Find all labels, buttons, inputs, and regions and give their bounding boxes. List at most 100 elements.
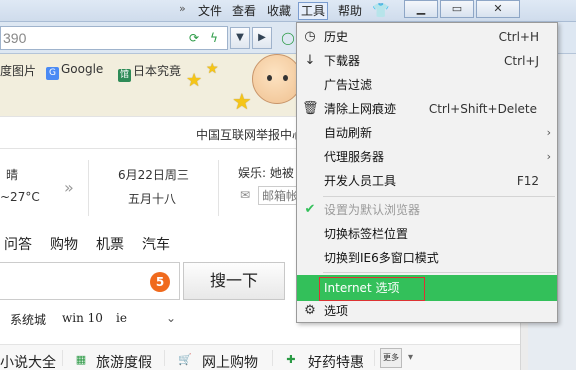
maximize-button[interactable]: ▭ — [440, 0, 474, 18]
mail-icon: ✉ — [240, 188, 251, 202]
bookmark-site-icon: 馆 — [118, 69, 131, 82]
divider — [164, 350, 165, 366]
mascot-eye — [267, 75, 272, 81]
menu-item-label: 开发人员工具 — [324, 174, 397, 188]
menu-item-label: 代理服务器 — [324, 150, 385, 164]
menu-help[interactable]: 帮助 — [336, 2, 364, 20]
menu-item-shortcut: Ctrl+J — [504, 54, 539, 68]
hot-word[interactable]: ie — [116, 311, 127, 325]
tab-flights[interactable]: 机票 — [96, 234, 124, 254]
chevron-right-icon: › — [546, 150, 551, 163]
cart-icon: 🛒 — [178, 353, 192, 366]
mascot-baby-image — [252, 54, 302, 104]
medicine-icon: ✚ — [286, 353, 296, 366]
menu-file[interactable]: 文件 — [196, 2, 224, 20]
menu-item-label: 设置为默认浏览器 — [324, 203, 421, 217]
divider — [218, 160, 219, 216]
download-arrow-icon: ↓ — [304, 53, 316, 68]
menu-overflow-arrows[interactable]: » — [179, 2, 186, 15]
close-window-button[interactable]: ✕ — [476, 0, 520, 18]
minimize-button[interactable]: ▁ — [404, 0, 438, 18]
bookmark-label: 度图片 — [0, 64, 37, 78]
menu-item-ad-filter[interactable]: 广告过滤 — [297, 73, 557, 97]
chevron-down-icon[interactable]: ⌄ — [166, 311, 176, 325]
tab-cars[interactable]: 汽车 — [142, 234, 170, 254]
category-travel[interactable]: 旅游度假 — [96, 352, 152, 370]
gear-icon: ⚙ — [304, 303, 316, 318]
weather-temp: ~27°C — [0, 190, 40, 204]
menu-item-shortcut: Ctrl+Shift+Delete — [428, 102, 537, 116]
menu-favorites[interactable]: 收藏 — [265, 2, 293, 20]
category-shopping[interactable]: 网上购物 — [202, 352, 258, 370]
category-medicine[interactable]: 好药特惠 — [308, 352, 364, 370]
date-line: 6月22日周三 — [118, 168, 189, 182]
tab-shopping[interactable]: 购物 — [50, 234, 78, 254]
divider — [88, 160, 89, 216]
category-novels[interactable]: 小说大全 — [0, 352, 56, 370]
report-center-link[interactable]: 中国互联网举报中心 — [196, 126, 304, 143]
star-icon: ★ — [206, 61, 219, 77]
bookmark-images[interactable]: 度图片 — [0, 62, 36, 79]
google-icon: G — [46, 67, 59, 80]
expand-arrows-icon[interactable]: » — [64, 178, 74, 197]
star-icon: ★ — [232, 90, 252, 115]
divider — [272, 350, 273, 366]
menu-item-proxy[interactable]: 代理服务器 › — [297, 145, 557, 169]
menu-item-label: 选项 — [324, 304, 349, 318]
menu-item-auto-refresh[interactable]: 自动刷新 › — [297, 121, 557, 145]
menu-item-ie6-mode[interactable]: 切换到IE6多窗口模式 — [297, 246, 557, 270]
notification-badge: 5 — [150, 272, 170, 292]
skin-shirt-icon[interactable]: 👕 — [370, 2, 391, 20]
menu-separator — [323, 196, 555, 197]
bookmark-label: 日本究竟 — [133, 64, 182, 78]
search-button[interactable]: 搜一下 — [183, 262, 285, 300]
divider — [374, 350, 375, 366]
menu-item-history[interactable]: ◷ 历史 Ctrl+H — [297, 25, 557, 49]
menu-item-options[interactable]: ⚙ 选项 — [297, 299, 557, 323]
menu-item-label: 切换标签栏位置 — [324, 227, 409, 241]
divider — [62, 350, 63, 366]
lunar-date: 五月十八 — [128, 192, 177, 206]
menu-tools[interactable]: 工具 — [298, 2, 329, 20]
menu-item-dev-tools[interactable]: 开发人员工具 F12 — [297, 169, 557, 193]
entertainment-news-link[interactable]: 娱乐: 她被 — [238, 164, 294, 181]
star-icon: ★ — [186, 70, 203, 91]
bookmark-google[interactable]: G Google — [46, 62, 103, 80]
menu-bar: » 文件 查看 收藏 工具 帮助 👕 ▁ ▭ ✕ — [0, 0, 576, 22]
weather-condition: 晴 — [6, 168, 19, 182]
mascot-eye — [283, 75, 288, 81]
menu-item-tabbar-position[interactable]: 切换标签栏位置 — [297, 222, 557, 246]
menu-item-label: 清除上网痕迹 — [324, 102, 397, 116]
menu-separator — [323, 272, 555, 273]
menu-item-shortcut: Ctrl+H — [498, 30, 539, 44]
tools-dropdown-menu: ◷ 历史 Ctrl+H ↓ 下载器 Ctrl+J 广告过滤 🗑 清除上网痕迹 C… — [296, 22, 558, 323]
focus-outline — [319, 277, 425, 301]
search-engine-icon[interactable]: ◯ — [280, 30, 296, 46]
menu-view[interactable]: 查看 — [230, 2, 258, 20]
menu-item-label: 切换到IE6多窗口模式 — [324, 251, 439, 265]
address-dropdown-button[interactable]: ▼ — [230, 27, 250, 49]
trash-icon: 🗑 — [302, 101, 319, 116]
menu-item-shortcut: F12 — [516, 174, 539, 188]
menu-item-label: 历史 — [324, 30, 349, 44]
clock-icon: ◷ — [304, 29, 316, 44]
menu-item-label: 自动刷新 — [324, 126, 373, 140]
more-button[interactable]: 更多 — [380, 348, 402, 368]
chevron-right-icon: › — [546, 126, 551, 139]
hot-word[interactable]: win 10 — [62, 311, 103, 325]
hot-word[interactable]: 系统城 — [10, 311, 46, 328]
bookmark-japan[interactable]: 馆日本究竟 — [118, 62, 181, 82]
travel-icon: ▦ — [75, 353, 87, 366]
menu-item-label: 广告过滤 — [324, 78, 373, 92]
chevron-down-icon[interactable]: ▾ — [408, 352, 413, 363]
menu-item-label: 下载器 — [324, 54, 361, 68]
menu-item-downloader[interactable]: ↓ 下载器 Ctrl+J — [297, 49, 557, 73]
menu-item-set-default-browser: ✔ 设置为默认浏览器 — [297, 198, 557, 222]
go-button[interactable]: ▶ — [252, 27, 272, 49]
lightning-icon[interactable]: ϟ — [206, 30, 222, 46]
menu-item-clear-history[interactable]: 🗑 清除上网痕迹 Ctrl+Shift+Delete — [297, 97, 557, 121]
checkmark-icon: ✔ — [304, 202, 316, 217]
tab-qa[interactable]: 问答 — [4, 234, 32, 254]
bookmark-label: Google — [61, 62, 104, 76]
refresh-icon[interactable]: ⟳ — [186, 30, 202, 46]
